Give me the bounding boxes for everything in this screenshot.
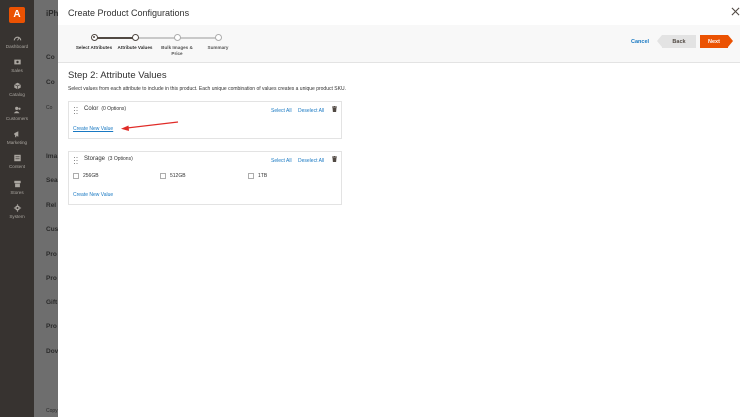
attribute-panel-color: Color (0 Options) Select All Deselect All… (68, 101, 342, 139)
checkbox[interactable] (73, 173, 79, 179)
sidebar-label-customers: Customers (5, 116, 29, 121)
background-section: Gift (46, 299, 58, 306)
customers-icon (13, 106, 21, 114)
store-icon (13, 180, 21, 188)
sidebar-label-dashboard: Dashboard (5, 44, 29, 49)
step-dot-bulk-images-price (174, 34, 181, 41)
option-label: 256GB (83, 173, 99, 179)
option-1tb[interactable]: 1TB (248, 173, 267, 179)
attribute-name-color: Color (0 Options) (84, 106, 126, 112)
attribute-title: Storage (84, 156, 106, 162)
background-section: Co (46, 54, 55, 61)
drag-handle-icon[interactable] (74, 157, 78, 164)
sidebar-item-marketing[interactable]: Marketing (0, 130, 34, 145)
background-section: Sea (46, 177, 58, 184)
sidebar-label-catalog: Catalog (9, 92, 25, 97)
step-description: Select values from each attribute to inc… (68, 86, 346, 92)
attribute-panel-storage: Storage (3 Options) Select All Deselect A… (68, 151, 342, 205)
sidebar-item-catalog[interactable]: Catalog (0, 82, 34, 97)
megaphone-icon (13, 131, 18, 138)
wizard-track-done (95, 37, 136, 39)
background-section: Co (46, 105, 53, 111)
sidebar-label-marketing: Marketing (6, 140, 28, 145)
create-configurations-modal: Create Product Configurations Select Att… (58, 0, 750, 417)
trash-icon[interactable] (332, 106, 337, 112)
background-section: Dov (46, 348, 59, 355)
dollar-icon (13, 59, 21, 65)
step-label-select-attributes[interactable]: Select Attributes (74, 45, 114, 51)
deselect-all-link[interactable]: Deselect All (298, 108, 324, 114)
create-new-value-link-color[interactable]: Create New Value (73, 126, 113, 132)
attribute-name-storage: Storage (3 Options) (84, 156, 133, 162)
create-new-value-link-storage[interactable]: Create New Value (73, 192, 113, 198)
box-icon (13, 82, 21, 90)
deselect-all-link[interactable]: Deselect All (298, 158, 324, 164)
cancel-button[interactable]: Cancel (631, 39, 649, 45)
select-all-link[interactable]: Select All (271, 108, 292, 114)
background-section: Ima (46, 153, 58, 160)
step-label-summary: Summary (207, 45, 229, 50)
attribute-option-count: (0 Options) (101, 106, 127, 112)
step-dot-attribute-values[interactable] (132, 34, 139, 41)
step-heading: Step 2: Attribute Values (68, 70, 167, 81)
background-section: Pro (46, 323, 57, 330)
checkbox[interactable] (160, 173, 166, 179)
magento-logo[interactable]: A (9, 7, 25, 23)
logo-letter: A (13, 9, 21, 20)
wizard-progress-bar: Select Attributes Attribute Values Bulk … (58, 25, 740, 63)
sidebar-label-content: Content (8, 164, 26, 169)
option-label: 1TB (258, 173, 268, 179)
background-section: Pro (46, 275, 57, 282)
back-button[interactable]: Back (657, 35, 696, 48)
sidebar-label-system: System (9, 214, 25, 219)
gear-icon (13, 204, 21, 212)
background-page-title: iPh (46, 9, 59, 18)
step-label-attribute-values[interactable]: Attribute Values (115, 45, 155, 51)
background-section: Rel (46, 202, 57, 209)
sidebar-item-sales[interactable]: Sales (0, 58, 34, 73)
trash-icon[interactable] (332, 156, 337, 162)
sidebar-item-content[interactable]: Content (0, 154, 34, 169)
select-all-link[interactable]: Select All (271, 158, 292, 164)
option-256gb[interactable]: 256GB (73, 173, 99, 179)
sidebar-item-system[interactable]: System (0, 204, 34, 219)
content-icon (13, 154, 21, 162)
attribute-option-count: (3 Options) (108, 156, 133, 162)
option-label: 512GB (170, 173, 186, 179)
next-button[interactable]: Next (700, 35, 733, 48)
step-label-bulk-images-price: Bulk Images & Price (161, 45, 193, 56)
step-dot-select-attributes[interactable] (91, 34, 98, 41)
sidebar-label-stores: Stores (10, 190, 24, 195)
admin-sidebar: A Dashboard Sales Catalog Customers Mark… (0, 0, 34, 417)
modal-title: Create Product Configurations (68, 8, 190, 18)
background-footer: Copy (46, 408, 58, 414)
drag-handle-icon[interactable] (74, 107, 78, 114)
sidebar-item-customers[interactable]: Customers (0, 106, 34, 121)
sidebar-item-dashboard[interactable]: Dashboard (0, 34, 34, 49)
attribute-title: Color (84, 106, 99, 112)
close-icon[interactable] (731, 7, 740, 16)
background-section: Co (46, 79, 55, 86)
background-section: Cus (46, 226, 59, 233)
background-section: Pro (46, 251, 57, 258)
step-dot-summary (215, 34, 222, 41)
option-512gb[interactable]: 512GB (160, 173, 186, 179)
dashboard-icon (13, 36, 21, 41)
sidebar-item-stores[interactable]: Stores (0, 180, 34, 195)
checkbox[interactable] (248, 173, 254, 179)
sidebar-label-sales: Sales (11, 68, 23, 73)
